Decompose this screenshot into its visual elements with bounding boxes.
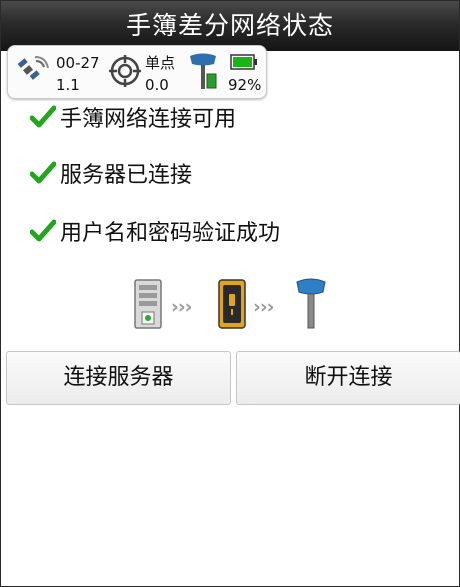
checkmark-icon [30,161,56,184]
checkmark-icon [30,219,56,242]
checkmark-icon [30,105,56,128]
controller-device-icon [218,279,246,329]
gnss-rover-icon [296,278,326,329]
solution-type: 单点 [145,54,176,72]
crosshair-icon [109,55,141,87]
check-label: 手簿网络连接可用 [60,107,237,132]
app-window: 手簿差分网络状态 00-27 1.1 单点 0.0 92% 手簿网络连接可用 服… [0,0,460,587]
battery-percent: 92% [228,76,262,94]
connect-server-button[interactable]: 连接服务器 [6,351,231,405]
gnss-receiver-icon [190,53,217,89]
check-auth-success: 用户名和密码验证成功 [30,215,280,247]
check-label: 用户名和密码验证成功 [60,221,281,246]
flow-arrows: ››› [253,296,274,318]
satellite-icon [17,56,49,80]
check-server-connected: 服务器已连接 [30,157,192,189]
pdop-value: 1.1 [56,76,80,94]
check-network-available: 手簿网络连接可用 [30,101,236,133]
satellite-count: 00-27 [56,54,100,72]
check-label: 服务器已连接 [60,163,193,188]
disconnect-button[interactable]: 断开连接 [236,351,460,405]
battery-icon [230,54,257,70]
title-bar: 手簿差分网络状态 [1,1,459,51]
server-icon [134,279,162,329]
connection-flow-diagram: ››› ››› [133,276,333,332]
page-title: 手簿差分网络状态 [125,11,334,40]
flow-arrows: ››› [171,296,192,318]
diff-age: 0.0 [145,76,169,94]
gnss-status-panel[interactable]: 00-27 1.1 单点 0.0 92% [7,45,267,99]
